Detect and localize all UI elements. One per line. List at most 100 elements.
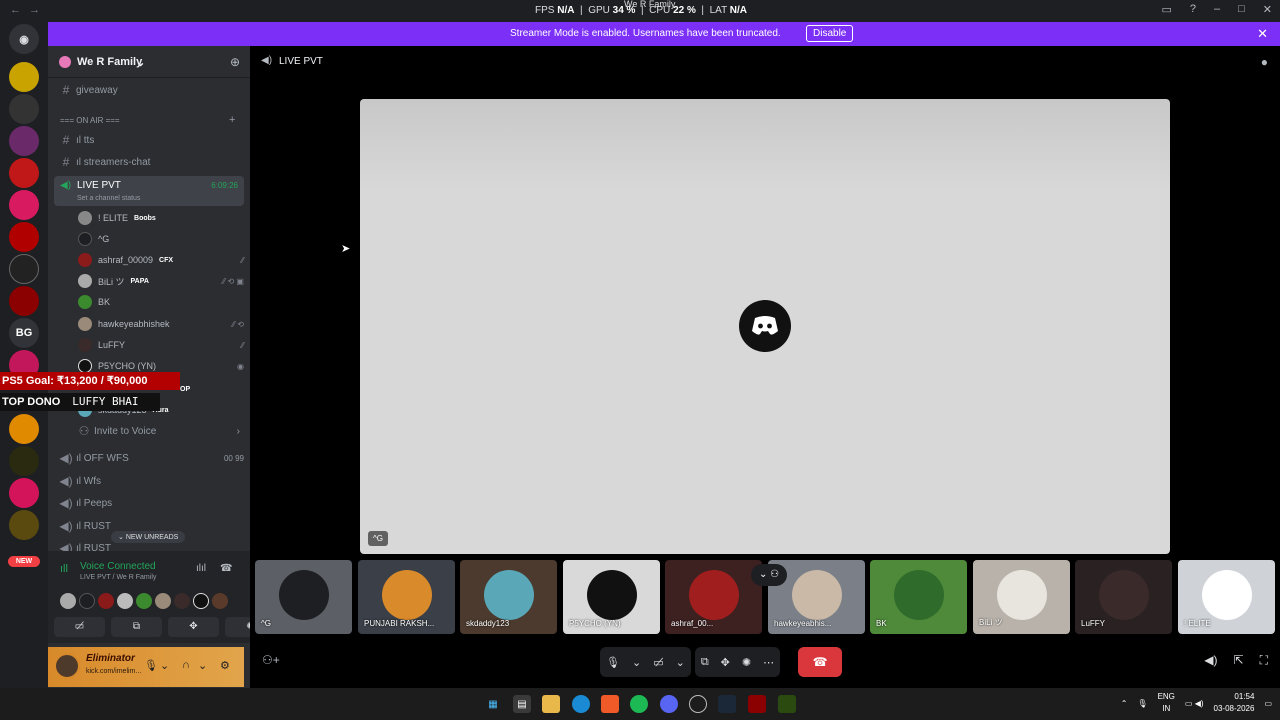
app-icon-11[interactable] [778, 695, 796, 713]
noise-suppression-icon[interactable]: ılıl [196, 563, 206, 574]
screen-share-icon[interactable]: ⧉ [701, 656, 709, 669]
avatar[interactable] [155, 593, 171, 609]
tray-mic-icon[interactable]: 🎙 [1137, 699, 1147, 708]
chevron-down-icon[interactable]: ⌄ [198, 659, 207, 672]
steam-icon[interactable] [718, 695, 736, 713]
home-discord-icon[interactable]: ◉ [9, 24, 39, 54]
avatar[interactable] [212, 593, 228, 609]
tray-chevron-icon[interactable]: ⌃ [1121, 699, 1128, 708]
avatar[interactable] [117, 593, 133, 609]
participant-tile[interactable]: ashraf_00... [665, 560, 762, 634]
app-icon-8[interactable] [689, 695, 707, 713]
participant-tile[interactable]: BK [870, 560, 967, 634]
microphone-icon[interactable]: 🎙 [144, 659, 158, 672]
guild-header[interactable]: We R Family ⌄ ⊕ [48, 46, 250, 78]
participant-tile[interactable]: PUNJABI RAKSH... [358, 560, 455, 634]
soundboard-icon[interactable]: ✺ [742, 656, 751, 669]
disconnect-icon[interactable]: ☎ [220, 563, 232, 574]
camera-off-button[interactable]: ▭̸ [54, 617, 105, 637]
voice-member[interactable]: ashraf_00009 CFX ⁄⁄ [78, 251, 244, 269]
disconnect-call-button[interactable]: ☎ [798, 647, 843, 677]
back-arrow-icon[interactable]: ← [10, 4, 29, 16]
invite-to-voice[interactable]: ⚇ Invite to Voice › [74, 421, 240, 441]
chevron-down-icon[interactable]: ⌄ [676, 656, 685, 669]
server-icon-6[interactable] [9, 254, 39, 284]
activities-icon[interactable]: ✥ [721, 656, 730, 669]
user-avatar[interactable] [54, 653, 80, 679]
voice-connected-subtitle[interactable]: LIVE PVT / We R Family [80, 574, 156, 581]
fullscreen-icon[interactable]: ⛶ [1260, 653, 1268, 668]
new-unreads-pill[interactable]: ⌄ NEW UNREADS [111, 531, 186, 543]
avatar[interactable] [193, 593, 209, 609]
camera-off-icon[interactable]: ▭̸ [653, 656, 663, 669]
channel-status[interactable]: Set a channel status [77, 195, 140, 202]
server-icon-1[interactable] [9, 62, 39, 92]
help-icon[interactable]: ? [1190, 3, 1196, 16]
pop-out-icon[interactable]: ⇱ [1234, 653, 1244, 668]
server-icon-9[interactable] [9, 414, 39, 444]
chat-bubble-icon[interactable]: ● [1261, 55, 1268, 69]
chevron-down-icon[interactable]: ⌄ [160, 659, 169, 672]
participant-tile[interactable]: P5YCHO (YN) [563, 560, 660, 634]
channel-wfs[interactable]: ◀) ıl Wfs [56, 471, 244, 491]
forward-arrow-icon[interactable]: → [29, 4, 48, 16]
invite-people-icon[interactable]: ⊕ [230, 55, 240, 69]
network-volume-icons[interactable]: ▭ ◀) [1185, 699, 1204, 708]
volume-icon[interactable]: ◀) [1204, 653, 1217, 668]
server-icon-2[interactable] [9, 94, 39, 124]
server-icon-4[interactable] [9, 158, 39, 188]
microphone-icon[interactable]: 🎙 [606, 656, 620, 669]
participant-tile[interactable]: ! ELITE [1178, 560, 1275, 634]
edge-icon[interactable] [572, 695, 590, 713]
avatar[interactable] [136, 593, 152, 609]
windows-start-icon[interactable]: ▦ [484, 695, 502, 713]
server-icon-11[interactable] [9, 478, 39, 508]
language-indicator[interactable]: ENG IN [1158, 691, 1175, 715]
activities-button[interactable]: ✥ [168, 617, 219, 637]
headphones-icon[interactable]: ∩ [182, 659, 190, 671]
close-window-button[interactable]: ✕ [1263, 3, 1272, 16]
participant-tile[interactable]: BiLi ツ [973, 560, 1070, 634]
server-icon-3[interactable] [9, 126, 39, 156]
channel-streamers-chat[interactable]: # ıl streamers-chat [56, 152, 244, 172]
voice-member[interactable]: hawkeyeabhishek ⁄⁄ ⟲ [78, 315, 244, 333]
discord-taskbar-icon[interactable] [660, 695, 678, 713]
server-icon-10[interactable] [9, 446, 39, 476]
category-on-air[interactable]: === ON AIR === [60, 116, 120, 125]
file-explorer-icon[interactable] [542, 695, 560, 713]
close-banner-icon[interactable]: ✕ [1257, 26, 1268, 42]
voice-member[interactable]: LuFFY ⁄⁄ [78, 336, 244, 354]
clock[interactable]: 01:54 03-08-2026 [1214, 691, 1255, 715]
store-icon[interactable]: ▤ [513, 695, 531, 713]
maximize-button[interactable]: □ [1238, 3, 1245, 16]
channel-peeps[interactable]: ◀) ıl Peeps [56, 493, 244, 513]
server-icon-7[interactable] [9, 286, 39, 316]
app-icon-10[interactable] [748, 695, 766, 713]
voice-member[interactable]: ! ELITE Boobs [78, 209, 244, 227]
server-icon-5[interactable] [9, 222, 39, 252]
add-people-icon[interactable]: ⚇+ [262, 653, 280, 667]
signal-icon[interactable]: ıll [60, 563, 68, 575]
add-channel-icon[interactable]: + [229, 114, 235, 126]
server-icon-12[interactable] [9, 510, 39, 540]
server-icon-active[interactable] [9, 190, 39, 220]
voice-member[interactable]: ^G [78, 230, 244, 248]
disable-streamer-mode-button[interactable]: Disable [806, 25, 854, 42]
notification-icon[interactable]: ▭ [1264, 699, 1272, 708]
spotify-icon[interactable] [630, 695, 648, 713]
participant-tile[interactable]: LuFFY [1075, 560, 1172, 634]
avatar[interactable] [98, 593, 114, 609]
collapse-strip-button[interactable]: ⌄ ⚇ [751, 564, 787, 586]
screen-share-button[interactable]: ⧉ [111, 617, 162, 637]
username[interactable]: Eliminator [86, 653, 135, 664]
server-icon-bg[interactable]: BG [9, 318, 39, 348]
channel-tts[interactable]: # ıl tts [56, 130, 244, 150]
nav-arrows[interactable]: ←→ [10, 4, 48, 16]
avatar[interactable] [79, 593, 95, 609]
chevron-down-icon[interactable]: ⌄ [632, 656, 641, 669]
gear-icon[interactable]: ⚙ [220, 659, 230, 672]
participant-tile[interactable]: ^G [255, 560, 352, 634]
focused-participant-tile[interactable]: ^G [360, 99, 1170, 554]
avatar[interactable] [60, 593, 76, 609]
avatar[interactable] [174, 593, 190, 609]
